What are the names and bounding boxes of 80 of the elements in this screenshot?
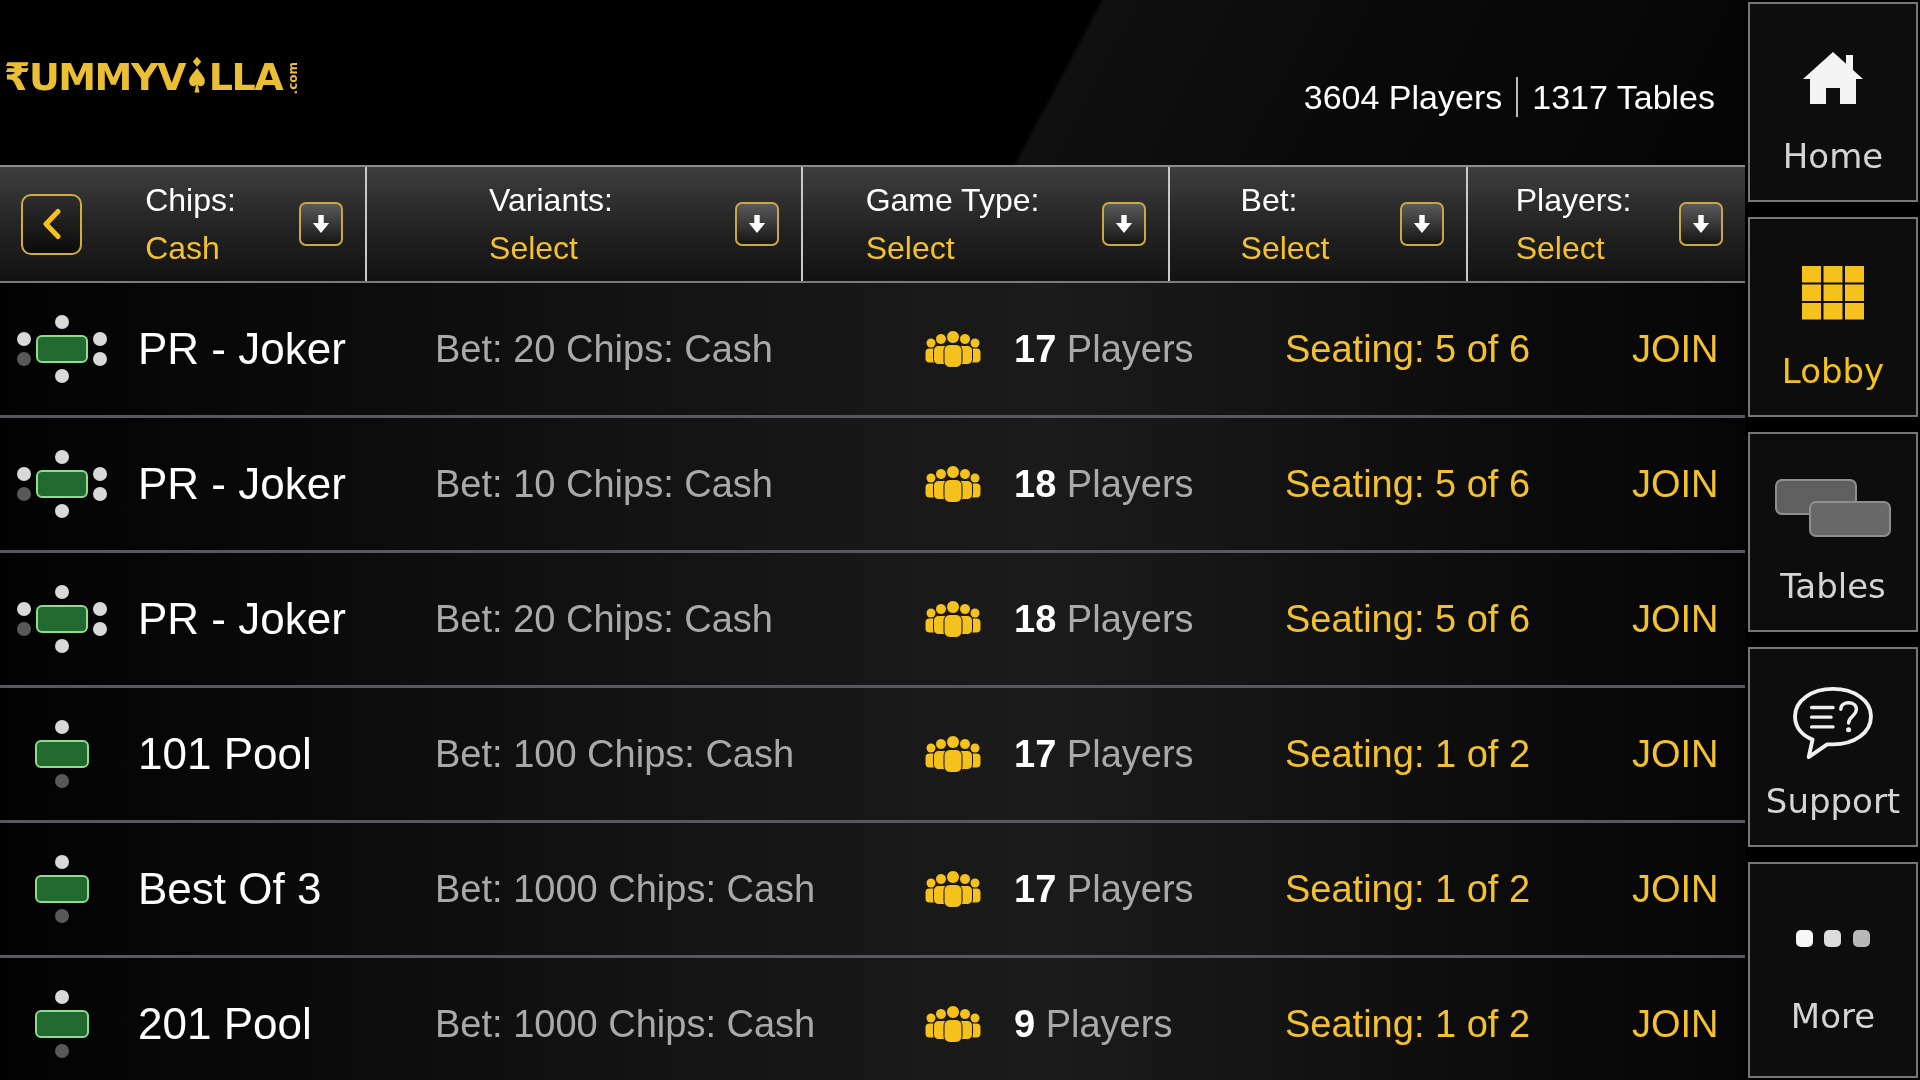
dropdown-button[interactable] bbox=[1679, 202, 1723, 246]
dropdown-button[interactable] bbox=[299, 202, 343, 246]
seating-info: Seating: 1 of 2 bbox=[1285, 1002, 1531, 1047]
table-seats-icon bbox=[34, 720, 90, 788]
seating-info: Seating: 5 of 6 bbox=[1285, 327, 1531, 372]
seating-info: Seating: 5 of 6 bbox=[1285, 597, 1531, 642]
join-button[interactable]: JOIN bbox=[1632, 731, 1719, 777]
seating-info: Seating: 1 of 2 bbox=[1285, 867, 1531, 912]
table-seats-icon bbox=[17, 585, 107, 653]
filter-label: Chips: bbox=[145, 181, 236, 220]
table-seats-icon bbox=[17, 450, 107, 518]
player-count: 17 Players bbox=[1014, 732, 1194, 777]
arrow-down-icon bbox=[1692, 214, 1710, 234]
game-name: PR - Joker bbox=[138, 593, 346, 645]
filter-value: Cash bbox=[145, 229, 221, 268]
filter-value: Select bbox=[489, 229, 579, 268]
chevron-left-icon bbox=[41, 208, 62, 240]
filter-value: Select bbox=[865, 229, 956, 268]
people-icon bbox=[925, 1005, 981, 1043]
logo-domain: .com bbox=[287, 61, 300, 94]
player-count: 17 Players bbox=[1014, 327, 1194, 372]
game-name: 201 Pool bbox=[138, 998, 312, 1050]
arrow-down-icon bbox=[312, 214, 330, 234]
filter-label: Players: bbox=[1515, 181, 1632, 220]
player-count: 18 Players bbox=[1014, 597, 1194, 642]
seating-info: Seating: 5 of 6 bbox=[1285, 462, 1531, 507]
player-count: 18 Players bbox=[1014, 462, 1194, 507]
game-name: Best Of 3 bbox=[138, 863, 322, 915]
back-button[interactable] bbox=[21, 193, 82, 255]
game-name: 101 Pool bbox=[138, 728, 312, 780]
arrow-down-icon bbox=[748, 214, 766, 234]
help-bubble-icon bbox=[1792, 686, 1874, 760]
sidebar-button[interactable]: Support bbox=[1748, 647, 1918, 847]
game-name: PR - Joker bbox=[138, 458, 346, 510]
bet-info: Bet: 20 Chips: Cash bbox=[435, 327, 773, 372]
table-seats-icon bbox=[34, 990, 90, 1058]
dropdown-button[interactable] bbox=[1400, 202, 1444, 246]
logo-text: LLA bbox=[208, 57, 283, 97]
join-button[interactable]: JOIN bbox=[1632, 866, 1719, 912]
filter-value: Select bbox=[1240, 229, 1330, 268]
seating-info: Seating: 1 of 2 bbox=[1285, 732, 1531, 777]
people-icon bbox=[925, 465, 981, 503]
player-count: 17 Players bbox=[1014, 867, 1194, 912]
join-button[interactable]: JOIN bbox=[1632, 326, 1719, 372]
people-icon bbox=[925, 870, 981, 908]
sidebar-button[interactable]: More bbox=[1748, 862, 1918, 1078]
filter-label: Bet: bbox=[1240, 181, 1299, 220]
sidebar-button[interactable]: Tables bbox=[1748, 432, 1918, 632]
player-count: 9 Players bbox=[1014, 1002, 1173, 1047]
bet-info: Bet: 1000 Chips: Cash bbox=[435, 867, 816, 912]
logo-text: ₹UMMYV bbox=[4, 57, 185, 97]
sidebar-button[interactable]: Home bbox=[1748, 2, 1918, 202]
filter-label: Variants: bbox=[489, 181, 613, 220]
stat-text: 3604 Players bbox=[1303, 77, 1503, 118]
bet-info: Bet: 1000 Chips: Cash bbox=[435, 1002, 816, 1047]
people-icon bbox=[925, 330, 981, 368]
join-button[interactable]: JOIN bbox=[1632, 596, 1719, 642]
filter-label: Game Type: bbox=[865, 181, 1040, 220]
sidebar-button[interactable]: Lobby bbox=[1748, 217, 1918, 417]
ellipsis-icon bbox=[1796, 929, 1870, 947]
filter-value: Select bbox=[1515, 229, 1606, 268]
table-seats-icon bbox=[34, 855, 90, 923]
people-icon bbox=[925, 600, 981, 638]
house-icon bbox=[1801, 50, 1865, 106]
overlapping-rectangles-icon bbox=[1775, 479, 1891, 537]
spade-icon bbox=[186, 56, 207, 94]
join-button[interactable]: JOIN bbox=[1632, 461, 1719, 507]
bet-info: Bet: 10 Chips: Cash bbox=[435, 462, 773, 507]
bet-info: Bet: 100 Chips: Cash bbox=[435, 732, 795, 777]
dropdown-button[interactable] bbox=[1102, 202, 1146, 246]
game-name: PR - Joker bbox=[138, 323, 346, 375]
grid-icon bbox=[1802, 266, 1864, 320]
join-button[interactable]: JOIN bbox=[1632, 1001, 1719, 1047]
arrow-down-icon bbox=[1413, 214, 1431, 234]
arrow-down-icon bbox=[1115, 214, 1133, 234]
bet-info: Bet: 20 Chips: Cash bbox=[435, 597, 773, 642]
people-icon bbox=[925, 735, 981, 773]
stat-text: 1317 Tables bbox=[1532, 77, 1715, 118]
dropdown-button[interactable] bbox=[735, 202, 779, 246]
table-seats-icon bbox=[17, 315, 107, 383]
